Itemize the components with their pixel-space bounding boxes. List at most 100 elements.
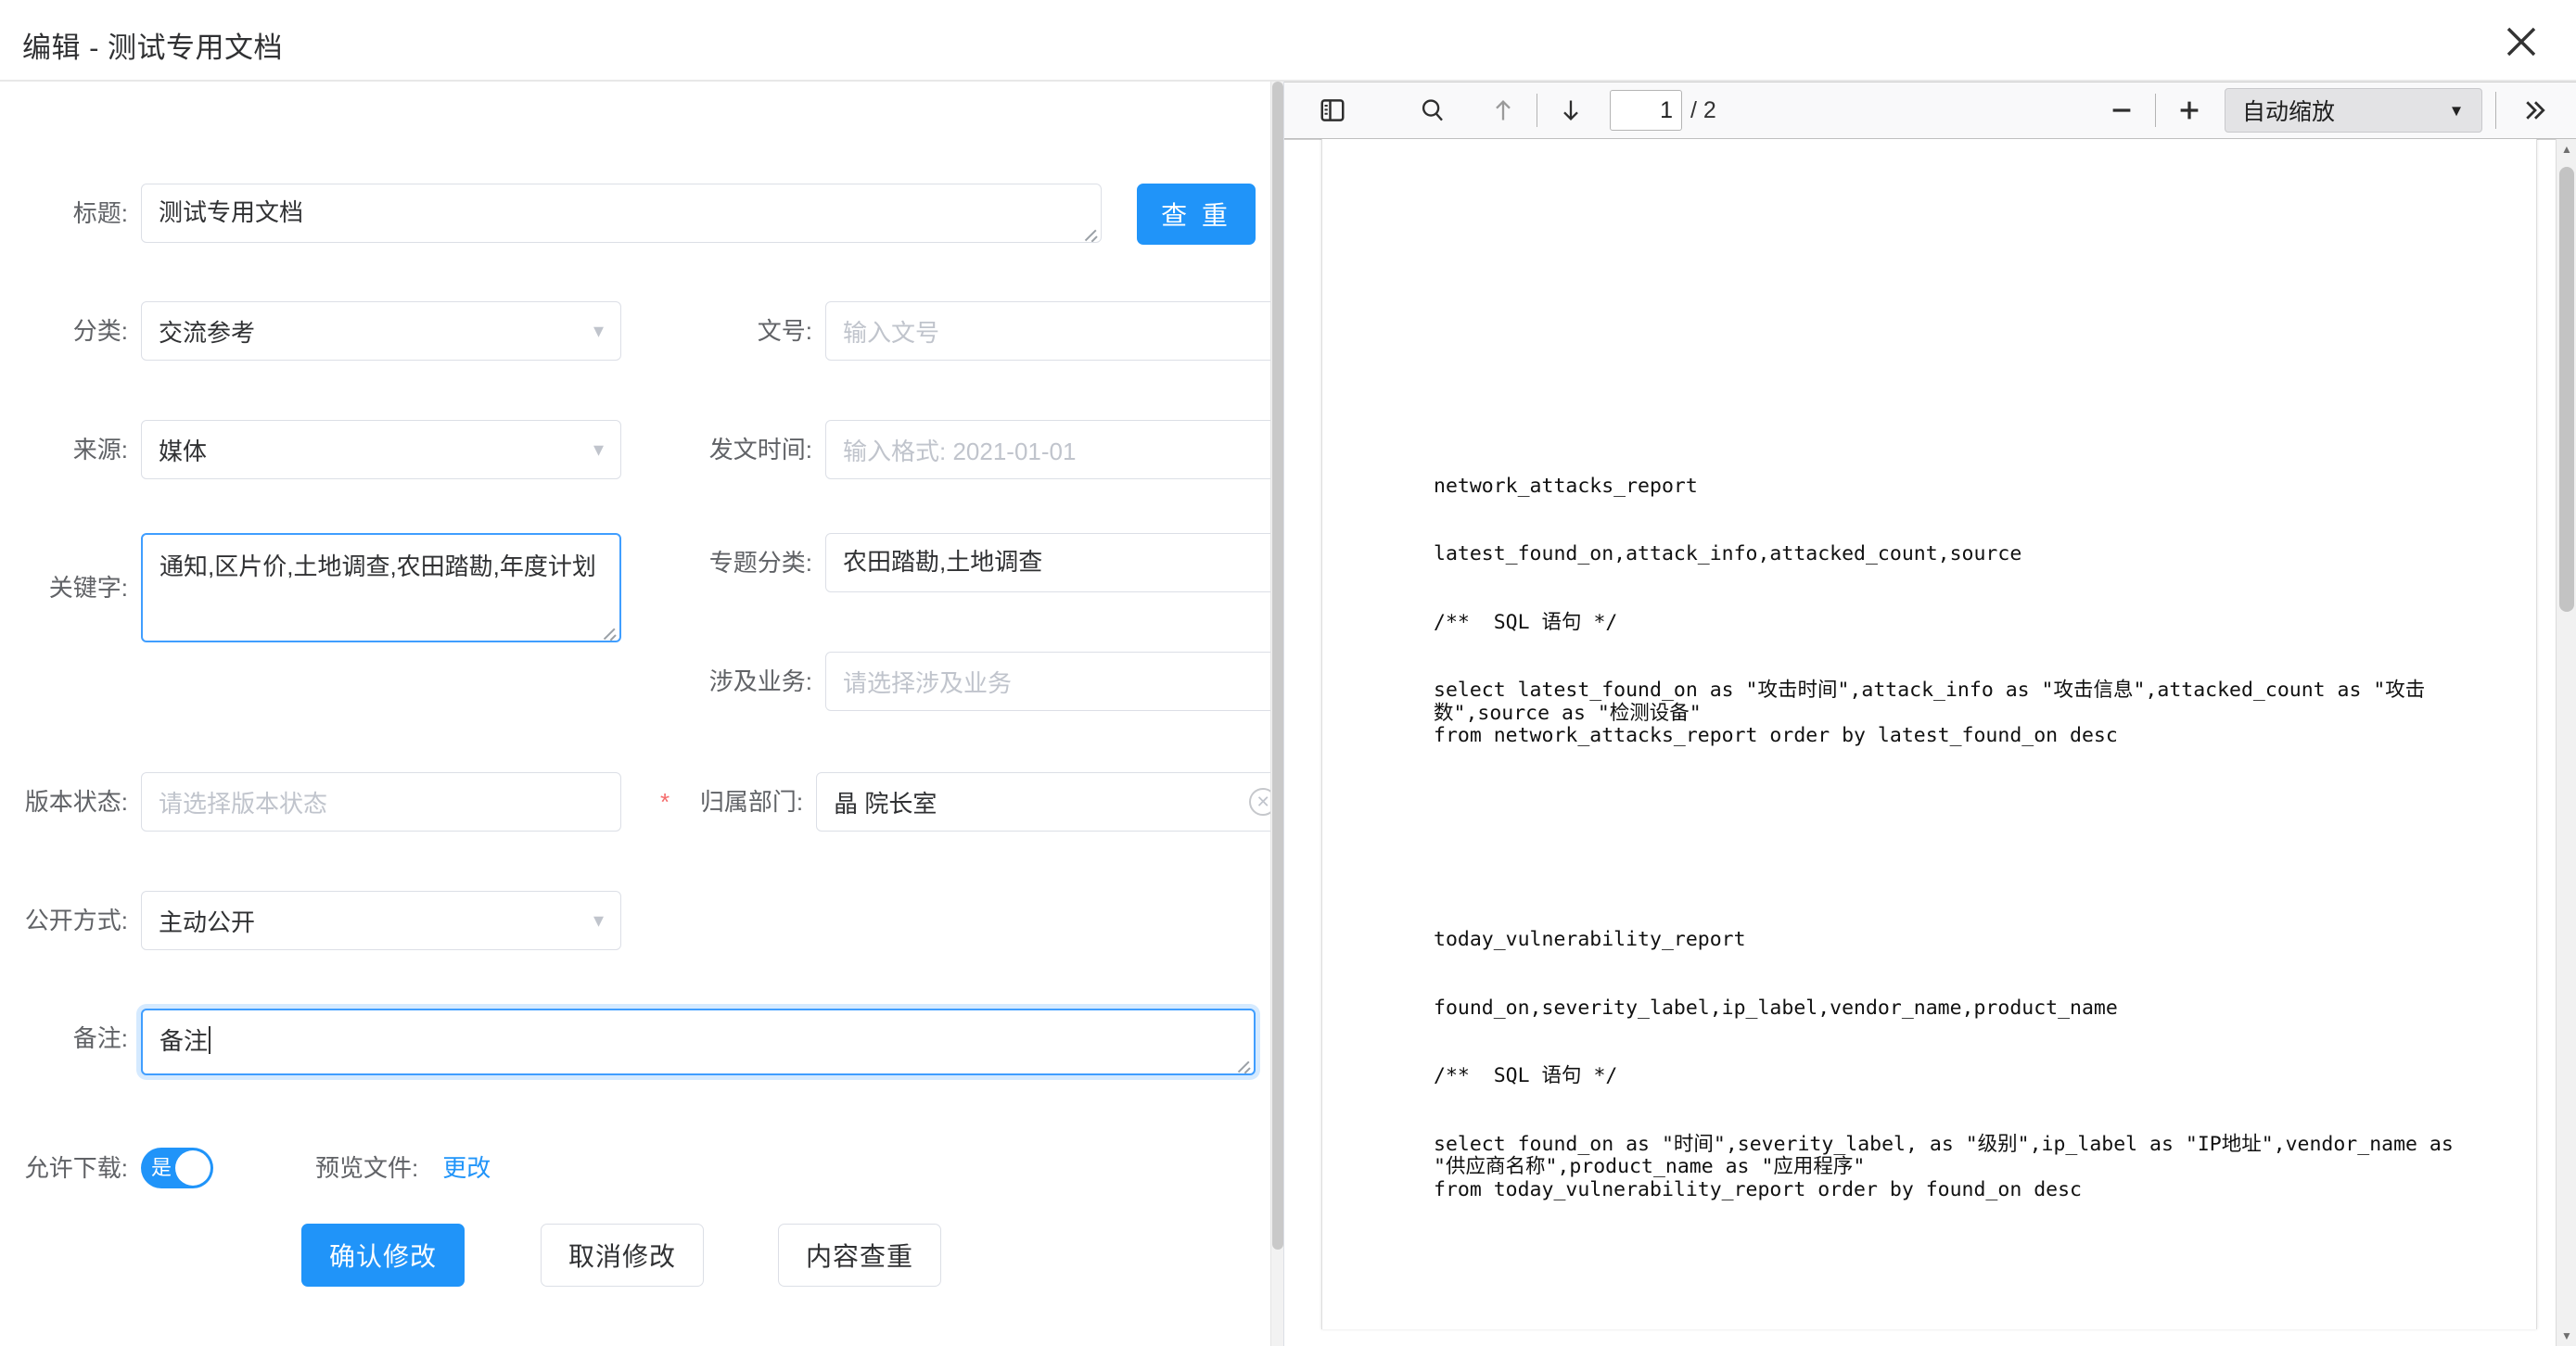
clear-circle-icon[interactable]: ✕	[1249, 788, 1270, 816]
sql-statement: select latest_found_on as "攻击时间",attack_…	[1434, 679, 2426, 747]
keywords-value: 通知,区片价,土地调查,农田踏勘,年度计划	[159, 552, 596, 580]
keywords-label: 关键字:	[48, 574, 128, 602]
form-actions: 确认修改 取消修改 内容查重	[301, 1224, 941, 1287]
toolbar-divider	[2155, 94, 2156, 127]
sql-table-name: network_attacks_report	[1434, 474, 1698, 498]
page-number-input[interactable]: 1	[1610, 90, 1682, 131]
sql-table-name: today_vulnerability_report	[1434, 928, 1746, 951]
form-row-publicity: 公开方式: 主动公开 ▾	[0, 891, 621, 950]
field-title: 标题: 测试专用文档	[0, 184, 1102, 243]
field-version: 版本状态: 请选择版本状态	[0, 772, 621, 832]
category-label: 分类:	[72, 317, 128, 345]
business-label: 涉及业务:	[708, 667, 812, 695]
allow-download-toggle[interactable]: 是	[141, 1148, 213, 1188]
docnum-placeholder: 输入文号	[843, 318, 940, 347]
close-icon[interactable]	[2496, 17, 2546, 67]
double-chevron-right-icon[interactable]	[2513, 88, 2557, 133]
field-keywords: 关键字: 通知,区片价,土地调查,农田踏勘,年度计划	[0, 533, 621, 642]
version-placeholder: 请选择版本状态	[159, 789, 328, 818]
form-row-category: 分类: 交流参考 ▾ 文号: 输入文号	[0, 301, 1270, 361]
dept-label: 归属部门:	[699, 788, 804, 816]
docnum-label: 文号:	[757, 317, 812, 345]
topic-textarea[interactable]: 农田踏勘,土地调查	[825, 533, 1270, 592]
sql-comment: /** SQL 语句 */	[1434, 1064, 1618, 1087]
field-publicity: 公开方式: 主动公开 ▾	[0, 891, 621, 950]
source-label: 来源:	[72, 436, 128, 463]
toggle-knob	[175, 1150, 210, 1186]
field-topic: 专题分类: 农田踏勘,土地调查	[684, 533, 1270, 592]
allow-download-label: 允许下载:	[24, 1154, 128, 1182]
pdf-scrollbar[interactable]: ▲ ▼	[2556, 139, 2576, 1346]
chevron-down-icon: ▾	[593, 908, 604, 932]
plus-icon[interactable]	[2167, 88, 2212, 133]
publicity-value: 主动公开	[159, 908, 256, 936]
publicity-select[interactable]: 主动公开 ▾	[141, 891, 621, 950]
pdf-page-text: network_attacks_report latest_found_on,a…	[1434, 362, 2486, 1329]
version-select[interactable]: 请选择版本状态	[141, 772, 621, 832]
field-docnum: 文号: 输入文号	[684, 301, 1270, 361]
dedupe-button[interactable]: 查 重	[1137, 184, 1256, 245]
form-scrollbar-thumb[interactable]	[1272, 82, 1283, 1250]
publicity-label: 公开方式:	[24, 907, 128, 934]
remark-textarea[interactable]: 备注	[141, 1009, 1256, 1075]
pdf-page-1: network_attacks_report latest_found_on,a…	[1321, 139, 2537, 1329]
title-input[interactable]: 测试专用文档	[141, 184, 1102, 243]
business-select[interactable]: 请选择涉及业务	[825, 652, 1270, 711]
content-dedupe-button[interactable]: 内容查重	[778, 1224, 941, 1287]
topic-label: 专题分类:	[708, 549, 812, 577]
keywords-textarea[interactable]: 通知,区片价,土地调查,农田踏勘,年度计划	[141, 533, 621, 642]
sql-block: network_attacks_report latest_found_on,a…	[1434, 430, 2486, 794]
search-icon[interactable]	[1410, 88, 1455, 133]
preview-file-change-link[interactable]: 更改	[442, 1138, 491, 1198]
required-mark: *	[660, 788, 670, 816]
arrow-down-icon[interactable]	[1549, 88, 1593, 133]
sql-columns: latest_found_on,attack_info,attacked_cou…	[1434, 542, 2022, 565]
chevron-down-icon: ▾	[593, 319, 604, 342]
form-row-download: 允许下载: 是 预览文件: 更改	[0, 1138, 491, 1198]
zoom-select[interactable]: 自动缩放 ▾	[2225, 88, 2482, 133]
field-business: 涉及业务: 请选择涉及业务	[684, 652, 1270, 711]
form-scroll-area: 标题: 测试专用文档 查 重 分类: 交流参考 ▾ 文号: 输入文号 来源: 媒…	[0, 82, 1270, 1346]
category-select[interactable]: 交流参考 ▾	[141, 301, 621, 361]
source-select[interactable]: 媒体 ▾	[141, 420, 621, 479]
sql-columns: found_on,severity_label,ip_label,vendor_…	[1434, 996, 2118, 1020]
arrow-up-icon[interactable]	[1481, 88, 1525, 133]
resize-grip-icon	[1081, 223, 1098, 240]
pdf-viewer-pane: 1 / 2 自动缩放 ▾ network_attacks_report late…	[1284, 82, 2576, 1346]
confirm-button[interactable]: 确认修改	[301, 1224, 465, 1287]
publish-time-input[interactable]: 输入格式: 2021-01-01	[825, 420, 1270, 479]
field-source: 来源: 媒体 ▾	[0, 420, 621, 479]
field-publish-time: 发文时间: 输入格式: 2021-01-01	[684, 420, 1270, 479]
scrollbar-arrow-down-icon[interactable]: ▼	[2557, 1326, 2576, 1346]
scrollbar-arrow-up-icon[interactable]: ▲	[2557, 139, 2576, 159]
form-row-remark: 备注: 备注	[0, 1009, 1256, 1075]
minus-icon[interactable]	[2099, 88, 2144, 133]
remark-value: 备注	[159, 1027, 209, 1055]
dept-select[interactable]: 晶 院长室 ✕	[816, 772, 1270, 832]
docnum-input[interactable]: 输入文号	[825, 301, 1270, 361]
form-scrollbar[interactable]	[1270, 82, 1283, 1346]
page-title: 编辑 - 测试专用文档	[22, 32, 284, 64]
form-row-title: 标题: 测试专用文档 查 重	[0, 184, 1256, 245]
form-row-version: 版本状态: 请选择版本状态 * 归属部门: 晶 院长室 ✕	[0, 772, 1270, 832]
version-label: 版本状态:	[24, 788, 128, 816]
toolbar-divider	[2495, 92, 2496, 129]
title-input-value: 测试专用文档	[159, 198, 304, 226]
form-row-business: 涉及业务: 请选择涉及业务	[684, 652, 1270, 711]
page-total-label: / 2	[1690, 96, 1716, 123]
edit-document-modal: 编辑 - 测试专用文档 标题: 测试专用文档 查 重 分类: 交流参考 ▾ 文号…	[0, 0, 2576, 1346]
pdf-toolbar: 1 / 2 自动缩放 ▾	[1284, 82, 2576, 139]
text-cursor	[209, 1026, 211, 1054]
remark-label: 备注:	[72, 1024, 128, 1052]
topic-value: 农田踏勘,土地调查	[843, 548, 1043, 576]
sql-statement: select found_on as "时间",severity_label, …	[1434, 1132, 2454, 1201]
title-label: 标题:	[72, 199, 128, 227]
sidebar-toggle-icon[interactable]	[1310, 88, 1355, 133]
cancel-button[interactable]: 取消修改	[541, 1224, 704, 1287]
pdf-viewport[interactable]: network_attacks_report latest_found_on,a…	[1284, 139, 2576, 1346]
sql-comment: /** SQL 语句 */	[1434, 610, 1618, 634]
pdf-scrollbar-thumb[interactable]	[2559, 167, 2574, 612]
chevron-down-icon: ▾	[2451, 100, 2461, 121]
zoom-value: 自动缩放	[2242, 99, 2336, 125]
resize-grip-icon	[1234, 1055, 1251, 1072]
